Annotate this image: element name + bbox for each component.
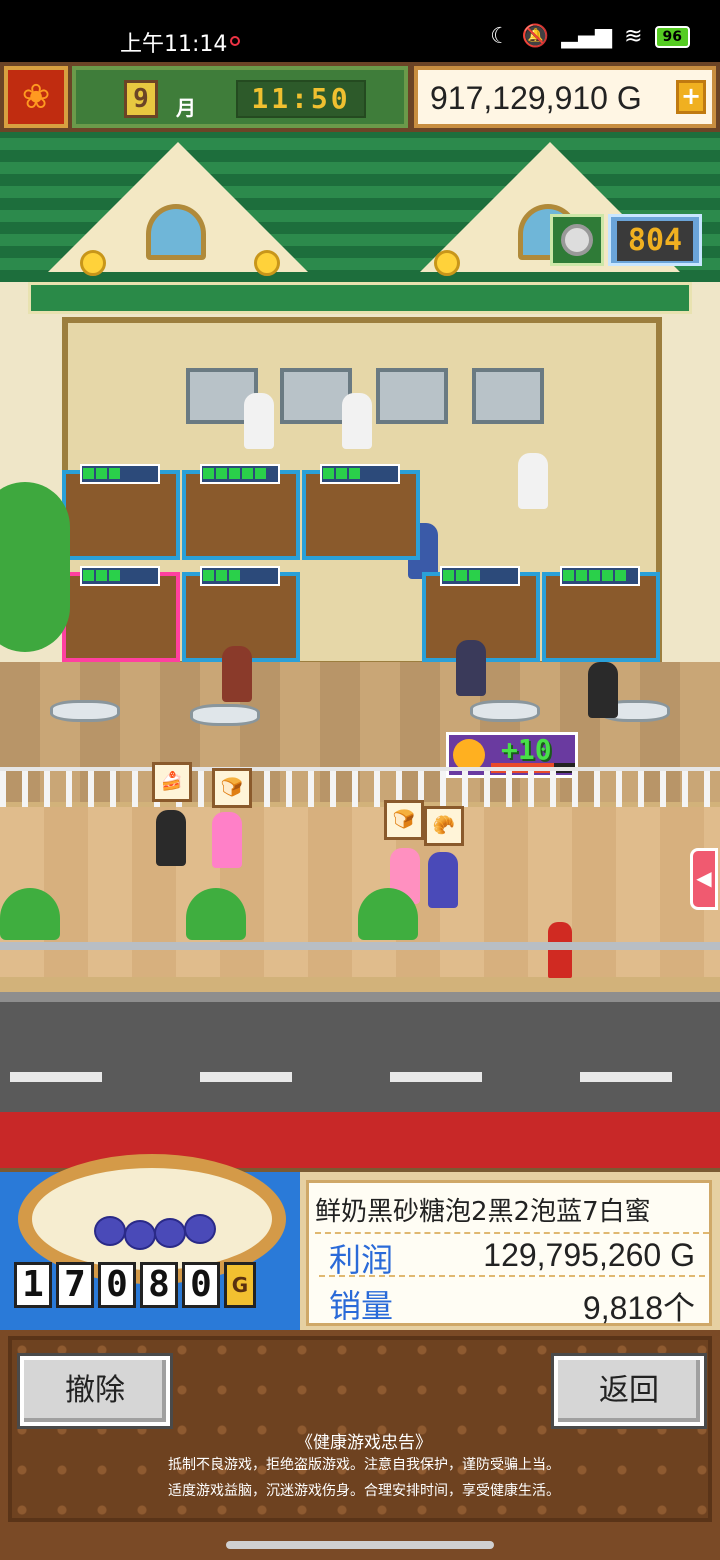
customer-character[interactable] xyxy=(456,640,486,696)
lane-marking xyxy=(390,1072,482,1082)
side-panel-toggle-button[interactable]: ◀ xyxy=(690,848,718,910)
price-display[interactable]: 1 7 0 8 0 G xyxy=(14,1262,256,1308)
bakery-scene[interactable]: 804 +10 🍰 🍞 🍞 🥐 ◀ xyxy=(0,132,720,1168)
fire-hydrant xyxy=(548,922,572,978)
display-shelf-selected[interactable] xyxy=(62,566,180,662)
game-clock: 11:50 xyxy=(236,80,366,118)
blueberry-icon xyxy=(94,1216,126,1246)
tree xyxy=(0,482,70,652)
guard-rail xyxy=(0,942,720,950)
oven xyxy=(472,368,544,424)
sidewalk xyxy=(0,807,720,977)
sales-value: 9,818个 xyxy=(582,1290,695,1326)
profit-value: 129,795,260 G xyxy=(483,1237,695,1273)
sales-row: 销量 9,818个 xyxy=(319,1279,705,1326)
signal-icon: ▂▄▆ xyxy=(561,24,613,49)
lane-marking xyxy=(10,1072,102,1082)
notification-dot-icon xyxy=(230,36,240,46)
product-info-panel: 1 7 0 8 0 G 鲜奶黑砂糖泡2黑2泡蓝7白蜜 利润 129,795,26… xyxy=(0,1154,720,1330)
medal-badge[interactable] xyxy=(550,214,604,266)
cafe-table[interactable] xyxy=(190,704,260,726)
blueberry-icon xyxy=(124,1220,156,1250)
blueberry-icon xyxy=(154,1218,186,1248)
money-panel: 917,129,910 G + xyxy=(414,66,716,128)
product-stats-box: 鲜奶黑砂糖泡2黑2泡蓝7白蜜 利润 129,795,260 G 销量 9,818… xyxy=(306,1180,712,1326)
health-notice-title: 《健康游戏忠告》 xyxy=(296,1433,432,1453)
bottom-inner: 撤除 返回 《健康游戏忠告》 抵制不良游戏，拒绝盗版游戏。注意自我保护，谨防受骗… xyxy=(8,1336,712,1522)
pedestrian-character[interactable] xyxy=(156,810,186,866)
cafe-table[interactable] xyxy=(470,700,540,722)
date-panel: 9 月 11:50 xyxy=(72,66,408,128)
croissant-thought-bubble-icon: 🥐 xyxy=(424,806,464,846)
month-value: 9 xyxy=(124,80,158,118)
bush xyxy=(0,888,60,940)
price-digit: 7 xyxy=(56,1262,94,1308)
price-unit: G xyxy=(224,1262,256,1308)
sales-label: 销量 xyxy=(329,1287,394,1325)
month-unit: 月 xyxy=(176,96,196,120)
status-bar: 上午11:14 ☾ 🔕 ▂▄▆ ≋ 96 xyxy=(0,0,720,62)
status-icons: ☾ 🔕 ▂▄▆ ≋ 96 xyxy=(490,24,690,49)
home-indicator[interactable] xyxy=(226,1541,494,1549)
display-shelf[interactable] xyxy=(302,464,420,560)
customer-character[interactable] xyxy=(588,662,618,718)
fence xyxy=(0,767,720,807)
moon-icon: ☾ xyxy=(490,24,510,49)
medal-coin-icon xyxy=(561,224,593,256)
toast-thought-bubble-icon: 🍞 xyxy=(384,800,424,840)
money-value: 917,129,910 G xyxy=(430,80,642,116)
shop-awning xyxy=(28,282,692,314)
bush xyxy=(358,888,418,940)
blueberry-icon xyxy=(184,1214,216,1244)
price-digit: 1 xyxy=(14,1262,52,1308)
attic-window-left xyxy=(146,204,206,260)
price-digit: 0 xyxy=(182,1262,220,1308)
add-money-button[interactable]: + xyxy=(676,80,706,114)
lane-marking xyxy=(580,1072,672,1082)
display-shelf[interactable] xyxy=(182,464,300,560)
pedestrian-character[interactable] xyxy=(212,812,242,868)
profit-row: 利润 129,795,260 G xyxy=(319,1233,705,1279)
health-notice-line: 适度游戏益脑，沉迷游戏伤身。合理安排时间，享受健康生活。 xyxy=(168,1483,560,1499)
game-hud: ❀ 9 月 11:50 917,129,910 G + xyxy=(0,62,720,132)
lamp-icon xyxy=(254,250,280,276)
visitor-count: 804 xyxy=(617,221,693,261)
wifi-icon: ≋ xyxy=(624,24,643,49)
remove-button[interactable]: 撤除 xyxy=(20,1356,170,1426)
product-name: 鲜奶黑砂糖泡2黑2泡蓝7白蜜 xyxy=(315,1191,709,1234)
autumn-leaf-icon[interactable]: ❀ xyxy=(4,66,68,128)
popularity-gain: +10 xyxy=(501,733,552,766)
pedestrian-character[interactable] xyxy=(428,852,458,908)
lamp-icon xyxy=(80,250,106,276)
cake-thought-bubble-icon: 🍰 xyxy=(152,762,192,802)
road xyxy=(0,992,720,1112)
bottom-panel: 撤除 返回 《健康游戏忠告》 抵制不良游戏，拒绝盗版游戏。注意自我保护，谨防受骗… xyxy=(0,1330,720,1560)
display-shelf[interactable] xyxy=(542,566,660,662)
back-button[interactable]: 返回 xyxy=(554,1356,704,1426)
status-time: 上午11:14 xyxy=(120,32,228,57)
chef-character[interactable] xyxy=(244,393,274,449)
product-image-area: 1 7 0 8 0 G xyxy=(0,1154,300,1330)
profit-label: 利润 xyxy=(329,1241,394,1279)
battery-icon: 96 xyxy=(654,25,690,48)
bush xyxy=(186,888,246,940)
visitor-counter[interactable]: 804 xyxy=(608,214,702,266)
bread-thought-bubble-icon: 🍞 xyxy=(212,768,252,808)
mute-bell-icon: 🔕 xyxy=(521,24,550,49)
price-digit: 0 xyxy=(98,1262,136,1308)
display-shelf[interactable] xyxy=(62,464,180,560)
health-notice-line: 抵制不良游戏，拒绝盗版游戏。注意自我保护，谨防受骗上当。 xyxy=(168,1457,560,1473)
oven xyxy=(376,368,448,424)
lamp-icon xyxy=(434,250,460,276)
lane-marking xyxy=(200,1072,292,1082)
chef-character[interactable] xyxy=(342,393,372,449)
cafe-table[interactable] xyxy=(50,700,120,722)
customer-character[interactable] xyxy=(222,646,252,702)
cashier-character[interactable] xyxy=(518,453,548,509)
price-digit: 8 xyxy=(140,1262,178,1308)
